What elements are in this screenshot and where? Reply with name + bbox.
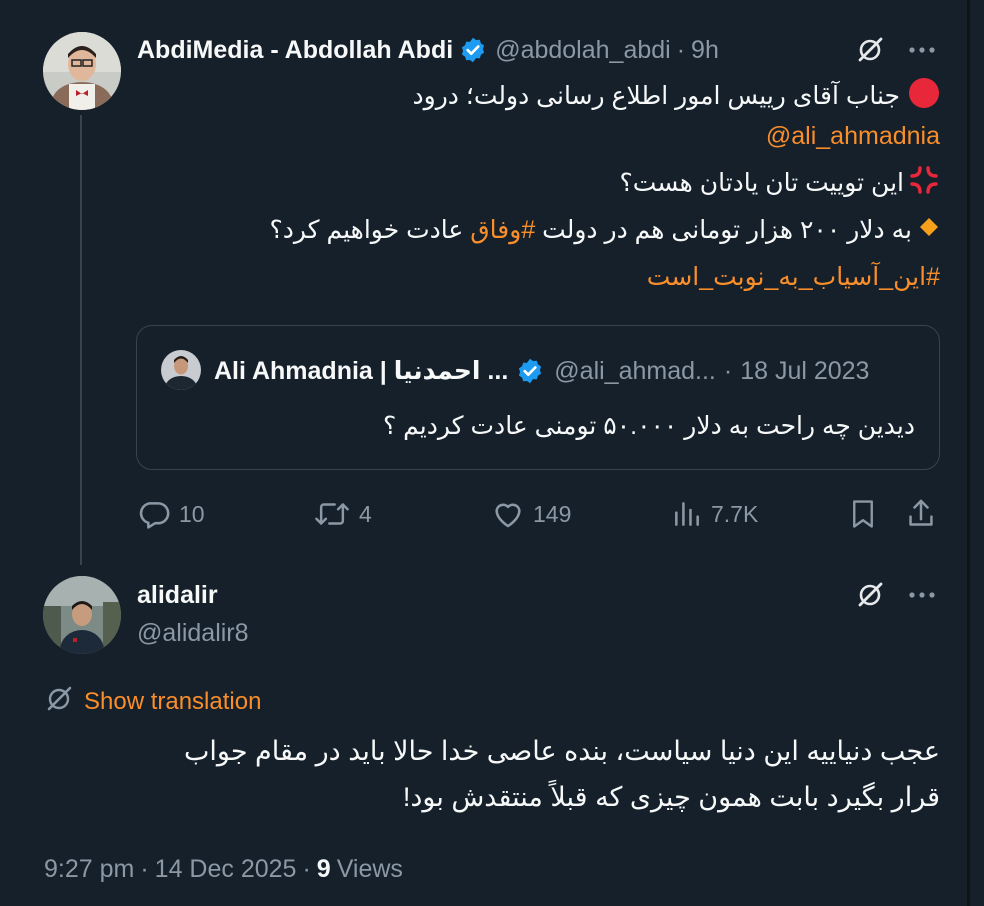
- repost-button[interactable]: 4: [313, 497, 372, 531]
- reply-button[interactable]: 10: [137, 497, 205, 531]
- repost-count: 4: [359, 500, 372, 527]
- post-header: AbdiMedia - Abdollah Abdi @abdolah_abdi …: [137, 33, 719, 67]
- verified-badge-icon: [516, 357, 544, 385]
- more-icon[interactable]: [907, 583, 937, 607]
- red-circle-icon: [908, 77, 940, 116]
- window-edge: [967, 0, 970, 906]
- share-icon[interactable]: [905, 497, 937, 531]
- quoted-header: Ali Ahmadnia | احمدنیا ... @ali_ahmad...…: [214, 354, 869, 388]
- header-separator: ·: [676, 35, 686, 64]
- author-name[interactable]: AbdiMedia - Abdollah Abdi: [137, 36, 453, 65]
- meta-separator: ·: [302, 854, 311, 883]
- reply-text-line-2: قرار بگیرد بابت همون چیزی که قبلاً منتقد…: [402, 782, 940, 812]
- reply-views-label: Views: [336, 854, 403, 883]
- show-translation-link[interactable]: Show translation: [44, 686, 261, 718]
- more-icon[interactable]: [907, 38, 937, 62]
- hashtag-line[interactable]: #این_آسیاب_به_نوبت_است: [647, 259, 940, 295]
- line4-after: عادت خواهیم کرد؟: [269, 216, 471, 244]
- reply-text-line-1: عجب دنیاییه این دنیا سیاست، بنده عاصی خد…: [184, 736, 940, 766]
- reply-date[interactable]: 14 Dec 2025: [155, 855, 297, 884]
- translate-icon: [44, 684, 74, 721]
- post-line-4-text: به دلار ۲۰۰ هزار تومانی هم در دولت #وفاق…: [269, 215, 912, 245]
- post-line-3: این توییت تان یادتان هست؟: [619, 165, 940, 201]
- quoted-author-name[interactable]: Ali Ahmadnia | احمدنیا ...: [214, 356, 508, 386]
- thread-line: [80, 115, 82, 565]
- like-count: 149: [533, 500, 572, 527]
- quoted-post-card[interactable]: Ali Ahmadnia | احمدنیا ... @ali_ahmad...…: [136, 325, 940, 470]
- anger-symbol-icon: [908, 164, 940, 203]
- reply-views-count: 9: [316, 854, 331, 883]
- post-time[interactable]: 9h: [691, 36, 719, 65]
- author-avatar[interactable]: [43, 32, 121, 110]
- reply-author-handle[interactable]: @alidalir8: [137, 616, 249, 650]
- reply-count: 10: [179, 500, 205, 527]
- post-line-4: به دلار ۲۰۰ هزار تومانی هم در دولت #وفاق…: [269, 212, 940, 248]
- post-line-1-text: جناب آقای رییس امور اطلاع رسانی دولت؛ در…: [412, 82, 900, 110]
- author-handle[interactable]: @abdolah_abdi: [495, 36, 671, 65]
- views-count: 7.7K: [711, 500, 759, 527]
- hashtag-vefagh[interactable]: #وفاق: [470, 216, 535, 244]
- reply-time[interactable]: 9:27 pm: [44, 855, 134, 884]
- views-button[interactable]: 7.7K: [671, 497, 758, 531]
- reply-author-avatar[interactable]: [43, 576, 121, 654]
- post-line-1: جناب آقای رییس امور اطلاع رسانی دولت؛ در…: [412, 77, 940, 116]
- grok-slash-icon[interactable]: [855, 580, 885, 610]
- quoted-author-avatar[interactable]: [161, 350, 201, 390]
- like-button[interactable]: 149: [491, 497, 571, 531]
- meta-separator: ·: [140, 854, 149, 883]
- quoted-date[interactable]: 18 Jul 2023: [740, 357, 869, 386]
- mention-link[interactable]: @ali_ahmadnia: [766, 118, 940, 154]
- show-translation-label[interactable]: Show translation: [84, 688, 261, 716]
- bookmark-icon[interactable]: [848, 497, 878, 531]
- reply-meta: 9:27 pm · 14 Dec 2025 · 9 Views: [44, 852, 403, 886]
- orange-diamond-icon: [918, 216, 940, 245]
- post-line-3-text: این توییت تان یادتان هست؟: [619, 169, 904, 197]
- line4-before: به دلار ۲۰۰ هزار تومانی هم در دولت: [535, 216, 912, 244]
- verified-badge-icon: [459, 36, 487, 64]
- quoted-author-handle[interactable]: @ali_ahmad...: [554, 357, 716, 386]
- reply-author-name[interactable]: alidalir: [137, 578, 218, 612]
- quoted-text: دیدین چه راحت به دلار ۵۰.۰۰۰ تومنی عادت …: [382, 412, 915, 440]
- quoted-separator: ·: [723, 356, 733, 385]
- grok-slash-icon[interactable]: [855, 35, 885, 65]
